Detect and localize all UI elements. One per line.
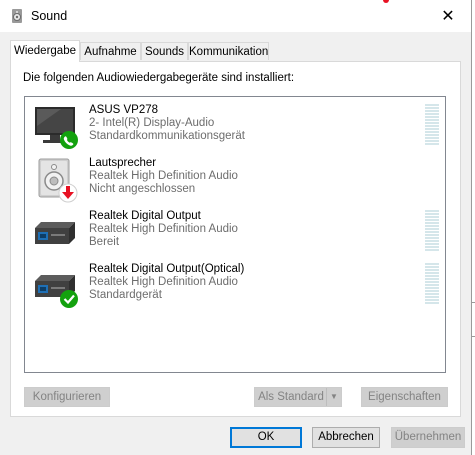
- properties-button[interactable]: Eigenschaften: [361, 387, 448, 407]
- device-status: Bereit: [89, 236, 120, 248]
- chevron-down-icon[interactable]: ▼: [326, 388, 341, 406]
- set-default-button[interactable]: Als Standard ▼: [254, 387, 342, 407]
- speaker-app-icon: [12, 9, 22, 23]
- device-item-digital-output[interactable]: Realtek Digital Output Realtek High Defi…: [25, 210, 445, 262]
- configure-button[interactable]: Konfigurieren: [24, 387, 110, 407]
- device-name: Realtek Digital Output: [89, 210, 201, 222]
- notification-dot: [383, 0, 389, 3]
- volume-meter: [425, 263, 439, 305]
- device-item-lautsprecher[interactable]: Lautsprecher Realtek High Definition Aud…: [25, 157, 445, 209]
- playback-panel: Die folgenden Audiowiedergabegeräte sind…: [10, 61, 461, 417]
- tab-aufnahme[interactable]: Aufnahme: [80, 42, 141, 60]
- sound-dialog: Sound ✕ Wiedergabe Aufnahme Sounds Kommu…: [0, 0, 472, 455]
- volume-meter: [425, 104, 439, 146]
- device-driver: 2- Intel(R) Display-Audio: [89, 117, 215, 129]
- device-list[interactable]: ASUS VP278 2- Intel(R) Display-Audio Sta…: [24, 96, 446, 373]
- device-status: Standardkommunikationsgerät: [89, 130, 245, 142]
- tab-sounds[interactable]: Sounds: [141, 42, 188, 60]
- set-default-label: Als Standard: [258, 391, 324, 403]
- unplugged-badge-icon: [58, 183, 78, 203]
- panel-heading: Die folgenden Audiowiedergabegeräte sind…: [23, 72, 295, 84]
- apply-button[interactable]: Übernehmen: [391, 427, 465, 448]
- tab-wiedergabe[interactable]: Wiedergabe: [10, 40, 80, 62]
- device-driver: Realtek High Definition Audio: [89, 223, 238, 235]
- close-button[interactable]: ✕: [425, 0, 471, 32]
- device-status: Nicht angeschlossen: [89, 183, 196, 195]
- cancel-button[interactable]: Abbrechen: [312, 427, 380, 448]
- device-driver: Realtek High Definition Audio: [89, 170, 238, 182]
- title-bar[interactable]: Sound ✕: [0, 0, 471, 32]
- device-name: Lautsprecher: [89, 157, 157, 169]
- digital-output-icon: [35, 222, 75, 244]
- device-driver: Realtek High Definition Audio: [89, 276, 238, 288]
- volume-meter: [425, 210, 439, 252]
- ok-button[interactable]: OK: [230, 427, 302, 448]
- window-title: Sound: [31, 9, 68, 23]
- device-name: Realtek Digital Output(Optical): [89, 263, 245, 275]
- phone-badge-icon: [60, 131, 78, 149]
- device-item-asus[interactable]: ASUS VP278 2- Intel(R) Display-Audio Sta…: [25, 104, 445, 156]
- monitor-icon: [35, 107, 78, 149]
- device-item-digital-output-optical[interactable]: Realtek Digital Output(Optical) Realtek …: [25, 263, 445, 315]
- tab-kommunikation[interactable]: Kommunikation: [188, 42, 269, 60]
- check-badge-icon: [60, 290, 78, 308]
- close-icon: ✕: [441, 8, 455, 25]
- device-name: ASUS VP278: [89, 104, 159, 116]
- speaker-icon: [38, 158, 78, 203]
- device-status: Standardgerät: [89, 289, 162, 301]
- digital-output-icon: [35, 275, 78, 308]
